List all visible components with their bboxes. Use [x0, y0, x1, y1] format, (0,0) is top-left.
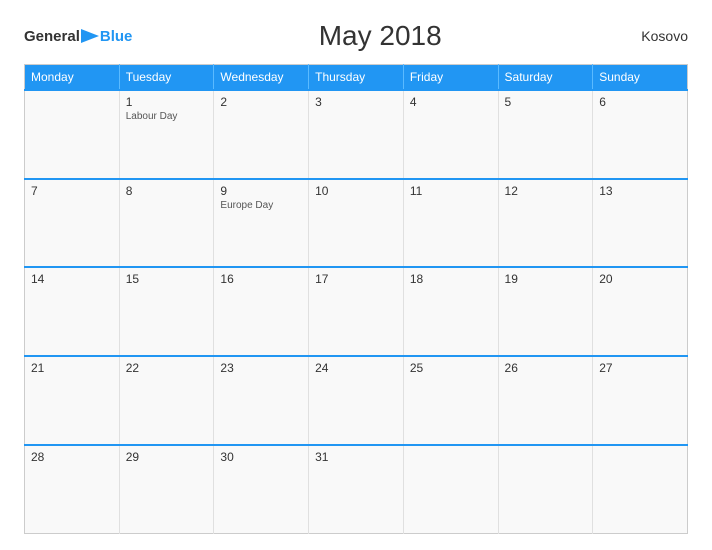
day-number: 5	[505, 95, 587, 109]
calendar-cell: 11	[403, 179, 498, 268]
calendar-cell: 12	[498, 179, 593, 268]
calendar-cell: 7	[25, 179, 120, 268]
logo-blue-text: Blue	[100, 29, 133, 44]
calendar-header: MondayTuesdayWednesdayThursdayFridaySatu…	[25, 65, 688, 91]
day-number: 8	[126, 184, 208, 198]
calendar-cell: 30	[214, 445, 309, 534]
calendar-cell: 1 Labour Day	[119, 90, 214, 179]
day-number: 15	[126, 272, 208, 286]
day-number: 29	[126, 450, 208, 464]
calendar-cell: 15	[119, 267, 214, 356]
day-number: 22	[126, 361, 208, 375]
calendar-cell: 29	[119, 445, 214, 534]
calendar-cell: 20	[593, 267, 688, 356]
calendar-cell: 6	[593, 90, 688, 179]
day-of-week-sunday: Sunday	[593, 65, 688, 91]
day-number: 18	[410, 272, 492, 286]
calendar-cell	[498, 445, 593, 534]
day-number: 23	[220, 361, 302, 375]
holiday-label: Europe Day	[220, 200, 302, 211]
day-of-week-saturday: Saturday	[498, 65, 593, 91]
calendar-cell: 19	[498, 267, 593, 356]
day-number: 7	[31, 184, 113, 198]
calendar-cell: 13	[593, 179, 688, 268]
calendar-cell: 2	[214, 90, 309, 179]
calendar-cell: 28	[25, 445, 120, 534]
day-of-week-thursday: Thursday	[309, 65, 404, 91]
day-number: 14	[31, 272, 113, 286]
day-number: 11	[410, 184, 492, 198]
day-of-week-monday: Monday	[25, 65, 120, 91]
day-number: 9	[220, 184, 302, 198]
calendar-cell: 18	[403, 267, 498, 356]
calendar-cell: 26	[498, 356, 593, 445]
calendar-table: MondayTuesdayWednesdayThursdayFridaySatu…	[24, 64, 688, 534]
day-number: 17	[315, 272, 397, 286]
calendar-cell	[593, 445, 688, 534]
day-number: 20	[599, 272, 681, 286]
holiday-label: Labour Day	[126, 111, 208, 122]
day-of-week-friday: Friday	[403, 65, 498, 91]
day-number: 27	[599, 361, 681, 375]
calendar-cell: 31	[309, 445, 404, 534]
day-number: 31	[315, 450, 397, 464]
calendar-body: 1Labour Day23456789Europe Day10111213141…	[25, 90, 688, 534]
day-number: 16	[220, 272, 302, 286]
calendar-cell	[25, 90, 120, 179]
calendar-cell: 14	[25, 267, 120, 356]
calendar-cell: 24	[309, 356, 404, 445]
country-label: Kosovo	[628, 28, 688, 44]
week-row-3: 14 15 16 17 18 19 20	[25, 267, 688, 356]
day-number: 21	[31, 361, 113, 375]
day-of-week-wednesday: Wednesday	[214, 65, 309, 91]
calendar-cell: 10	[309, 179, 404, 268]
logo: General Blue	[24, 29, 132, 44]
day-number: 3	[315, 95, 397, 109]
calendar-cell: 25	[403, 356, 498, 445]
calendar-title: May 2018	[132, 20, 628, 52]
week-row-1: 1 Labour Day 23456	[25, 90, 688, 179]
calendar-cell: 8	[119, 179, 214, 268]
week-row-2: 789 Europe Day 10 11 12 13	[25, 179, 688, 268]
calendar-cell: 3	[309, 90, 404, 179]
day-number: 2	[220, 95, 302, 109]
day-number: 26	[505, 361, 587, 375]
week-row-5: 28 29 30 31	[25, 445, 688, 534]
calendar-cell: 5	[498, 90, 593, 179]
calendar-cell: 27	[593, 356, 688, 445]
page: General Blue May 2018 Kosovo MondayTuesd…	[0, 0, 712, 550]
day-number: 24	[315, 361, 397, 375]
calendar-cell: 16	[214, 267, 309, 356]
day-number: 19	[505, 272, 587, 286]
calendar-cell: 4	[403, 90, 498, 179]
header: General Blue May 2018 Kosovo	[24, 20, 688, 52]
calendar-cell: 9 Europe Day	[214, 179, 309, 268]
day-number: 28	[31, 450, 113, 464]
day-number: 13	[599, 184, 681, 198]
logo-general-text: General	[24, 29, 80, 44]
day-number: 30	[220, 450, 302, 464]
calendar-cell: 21	[25, 356, 120, 445]
calendar-cell: 23	[214, 356, 309, 445]
day-number: 10	[315, 184, 397, 198]
day-number: 1	[126, 95, 208, 109]
day-number: 4	[410, 95, 492, 109]
day-number: 6	[599, 95, 681, 109]
calendar-cell: 17	[309, 267, 404, 356]
day-of-week-tuesday: Tuesday	[119, 65, 214, 91]
week-row-4: 21 22 23 24 25 26 27	[25, 356, 688, 445]
days-of-week-row: MondayTuesdayWednesdayThursdayFridaySatu…	[25, 65, 688, 91]
day-number: 12	[505, 184, 587, 198]
day-number: 25	[410, 361, 492, 375]
calendar-cell	[403, 445, 498, 534]
logo-flag-icon	[81, 29, 99, 43]
calendar-cell: 22	[119, 356, 214, 445]
